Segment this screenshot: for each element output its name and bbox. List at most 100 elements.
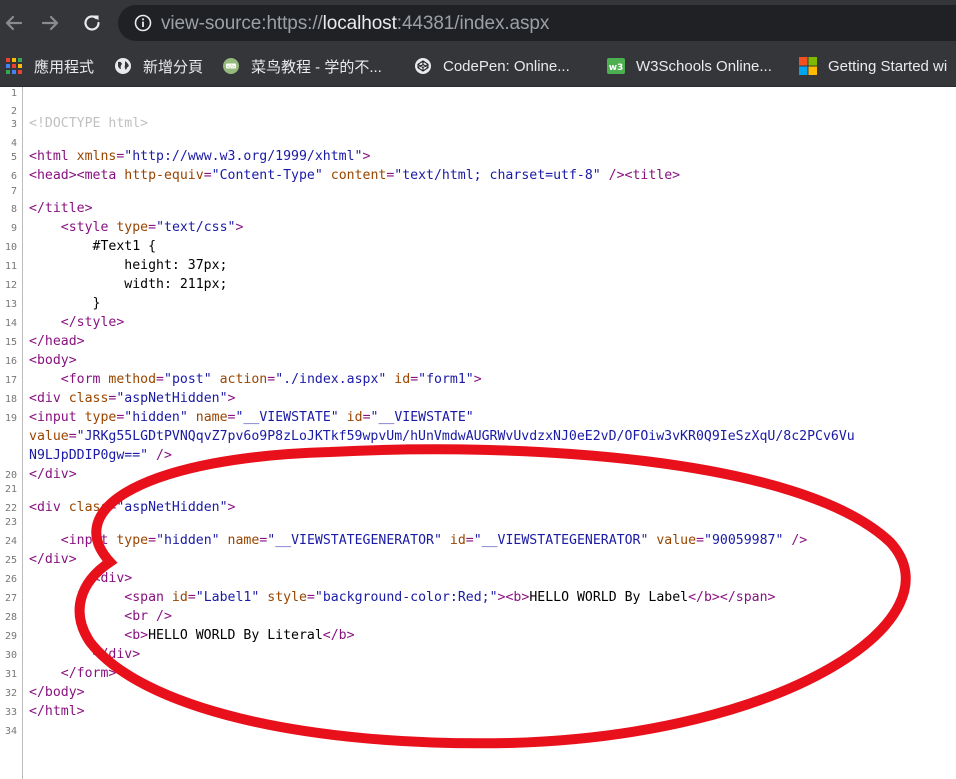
tag: </span> — [719, 590, 776, 605]
line-number: 4 — [10, 138, 17, 149]
tag: /> — [600, 168, 625, 183]
bookmark-label: 菜鸟教程 - 学的不... — [251, 58, 382, 76]
line-number: 3 — [10, 119, 17, 130]
code-line: <html xmlns="http://www.w3.org/1999/xhtm… — [29, 148, 370, 166]
tag: > — [235, 220, 244, 235]
bookmark-apps[interactable]: 應用程式 — [5, 46, 94, 86]
attr-name: action — [219, 372, 268, 387]
tag: <input — [29, 410, 85, 425]
code-line: <span id="Label1" style="background-colo… — [124, 590, 776, 605]
attr-value: "aspNetHidden" — [116, 500, 228, 515]
attr-name: xmlns — [76, 149, 117, 164]
line-number: 7 — [10, 186, 17, 197]
attr-value: "text/html; charset=utf-8" — [394, 168, 601, 183]
bookmark-w3schools[interactable]: w3 W3Schools Online... — [607, 46, 772, 86]
code-line: </body> — [29, 684, 85, 702]
attr-value[interactable]: "http://www.w3.org/1999/xhtml" — [124, 149, 362, 164]
line-number: 23 — [4, 517, 17, 528]
bookmark-codepen[interactable]: CodePen: Online... — [414, 46, 570, 86]
bookmark-new-tab[interactable]: 新增分頁 — [114, 46, 203, 86]
line-number: 31 — [4, 669, 17, 680]
doctype: <!DOCTYPE html> — [29, 116, 149, 131]
code-line: } — [29, 295, 101, 313]
code-line: <input type="hidden" name="__VIEWSTATE" … — [29, 410, 474, 425]
attr-value: "90059987" — [704, 533, 784, 548]
attr-value[interactable]: "./index.aspx" — [275, 372, 386, 387]
forward-button[interactable] — [36, 9, 64, 37]
code-line: <style type="text/css"> — [60, 220, 244, 235]
line-number: 22 — [4, 503, 17, 514]
attr-value: "__VIEWSTATE" — [370, 410, 474, 425]
line-number: 33 — [4, 707, 17, 718]
tag: </div> — [29, 467, 77, 482]
url-prefix: view-source:https:// — [161, 13, 323, 34]
tag: > — [227, 500, 236, 515]
source-view[interactable]: 1 2 3 4 5 6 7 8 9 10 11 12 13 14 15 16 1… — [0, 87, 956, 779]
arrow-left-icon — [5, 15, 23, 31]
arrow-right-icon — [41, 15, 59, 31]
tag: </title> — [29, 201, 93, 216]
tag: </div> — [29, 552, 77, 567]
tag: <head> — [29, 168, 77, 183]
line-number: 6 — [10, 171, 17, 182]
tag: /> — [783, 533, 808, 548]
url-host: localhost — [322, 13, 397, 34]
tag: <span — [124, 590, 172, 605]
attr-name: id — [449, 533, 466, 548]
attr-name: content — [330, 168, 387, 183]
url-suffix: :44381/index.aspx — [396, 13, 550, 34]
runoob-icon: </> — [223, 58, 239, 74]
line-number: 16 — [4, 356, 17, 367]
code-line: <div class="aspNetHidden"> — [29, 391, 236, 406]
code-line: #Text1 { — [29, 238, 157, 256]
attr-value: "background-color:Red;" — [314, 590, 498, 605]
line-number: 14 — [4, 318, 17, 329]
code-line: <body> — [29, 352, 77, 370]
code-line: <br /> — [29, 608, 172, 626]
attr-name: http-equiv — [124, 168, 204, 183]
tag: <html — [29, 149, 77, 164]
url-text[interactable]: view-source:https://localhost:44381/inde… — [161, 13, 549, 35]
back-button[interactable] — [0, 9, 28, 37]
tag: <body> — [29, 353, 77, 368]
attr-name: type — [84, 410, 117, 425]
code-line: </div> — [29, 646, 141, 664]
attr-value: "__VIEWSTATE" — [235, 410, 339, 425]
attr-value: "text/css" — [156, 220, 236, 235]
viewstate-value: "JRKg55LGDtPVNQqvZ7pv6o9P8zLoJKTkf59wpvU… — [76, 429, 855, 444]
address-bar[interactable]: view-source:https://localhost:44381/inde… — [118, 5, 956, 41]
line-number: 27 — [4, 593, 17, 604]
bookmarks-bar: 應用程式 新增分頁 </> 菜鸟教程 - 学的不... CodePen: Onl… — [0, 46, 956, 87]
reload-button[interactable] — [78, 9, 106, 37]
tag: > — [227, 391, 236, 406]
attr-name: name — [227, 533, 260, 548]
tag: </b> — [688, 590, 720, 605]
code-line: <head><meta http-equiv="Content-Type" co… — [29, 168, 681, 183]
line-number: 20 — [4, 470, 17, 481]
apps-grid-icon — [6, 58, 22, 74]
globe-icon — [115, 58, 131, 74]
line-number: 26 — [4, 574, 17, 585]
line-number: 24 — [4, 536, 17, 547]
attr-name: class — [68, 500, 109, 515]
attr-value: "post" — [164, 372, 212, 387]
code-line: </div> — [29, 551, 77, 569]
bookmark-label: Getting Started wi — [828, 57, 948, 75]
line-number: 9 — [10, 223, 17, 234]
codepen-icon — [415, 58, 431, 74]
attr-name: name — [195, 410, 228, 425]
bookmark-label: 新增分頁 — [143, 58, 204, 76]
bookmark-runoob[interactable]: </> 菜鸟教程 - 学的不... — [222, 46, 382, 86]
code-line: </html> — [29, 703, 85, 721]
tag: <div> — [92, 571, 133, 586]
code-line: <form method="post" action="./index.aspx… — [60, 372, 482, 387]
attr-value: "__VIEWSTATEGENERATOR" — [267, 533, 442, 548]
bookmark-microsoft[interactable]: Getting Started wi — [799, 46, 947, 86]
info-icon[interactable] — [134, 14, 152, 32]
tag: </form> — [60, 666, 117, 681]
code-line: </form> — [29, 665, 117, 683]
tag: > — [473, 372, 482, 387]
line-number: 12 — [4, 280, 17, 291]
css-text: #Text1 { — [92, 239, 157, 254]
line-number: 34 — [4, 726, 17, 737]
